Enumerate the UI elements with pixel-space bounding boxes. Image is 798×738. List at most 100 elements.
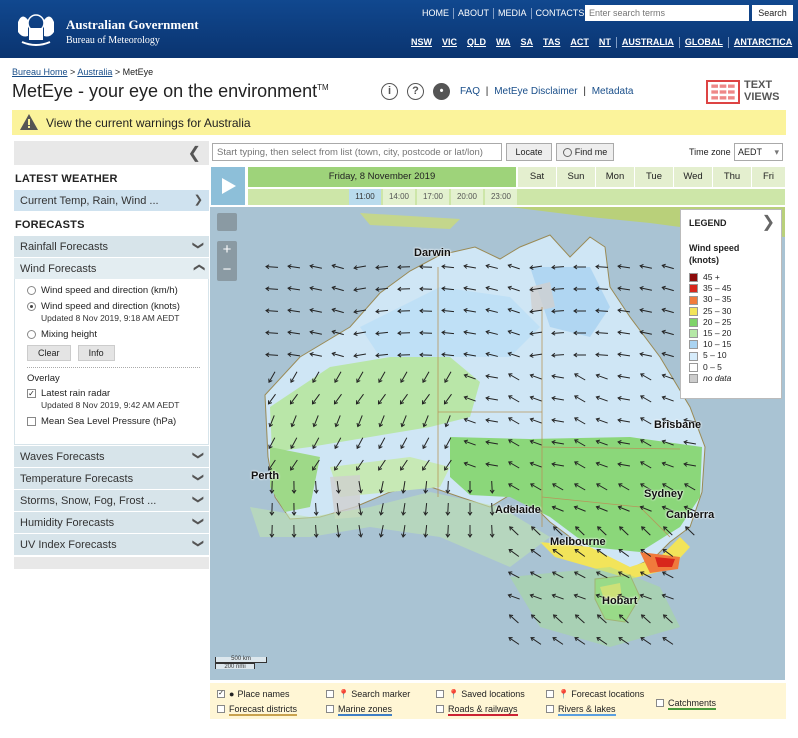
checkbox-mslp[interactable] [27,417,36,426]
zoom-out-icon[interactable]: − [217,261,237,281]
day-tab[interactable]: Thu [713,167,751,187]
chevron-left-icon[interactable]: ❮ [188,143,201,163]
radio-kmh[interactable] [27,286,36,295]
nav-wa[interactable]: WA [491,37,516,48]
checkbox-search-marker[interactable] [326,690,334,698]
crumb-australia[interactable]: Australia [77,67,112,77]
sidebar-item-storms[interactable]: Storms, Snow, Fog, Frost ... ❯ [14,489,209,511]
sidebar-item-current[interactable]: Current Temp, Rain, Wind ... ❯ [14,189,209,211]
sidebar-item-rainfall[interactable]: Rainfall Forecasts ❯ [14,235,209,257]
option-knots[interactable]: Wind speed and direction (knots) Updated… [27,301,200,324]
checkbox-saved-locations[interactable] [436,690,444,698]
search-button[interactable]: Search [752,5,793,21]
warning-banner[interactable]: View the current warnings for Australia [12,110,786,135]
legend-swatch [689,329,698,339]
chevron-right-icon[interactable]: ❯ [762,212,775,232]
day-tab[interactable]: Sun [557,167,595,187]
sidebar-item-label: Waves Forecasts [20,451,105,463]
nav-media[interactable]: MEDIA [493,8,531,19]
disclaimer-link[interactable]: MetEye Disclaimer [494,86,577,97]
sidebar-item-humidity[interactable]: Humidity Forecasts ❯ [14,511,209,533]
nav-vic[interactable]: VIC [437,37,462,48]
legend-subtitle-line2: (knots) [689,255,719,265]
crumb-home[interactable]: Bureau Home [12,67,68,77]
checkbox-forecast-districts[interactable] [217,705,225,713]
play-button[interactable] [211,167,245,205]
text-views-link[interactable]: TEXT VIEWS [744,79,779,103]
layer-search-marker[interactable]: 📍 Search marker [326,689,410,700]
timezone-select[interactable]: AEDT ▾ [734,143,783,161]
warning-text[interactable]: View the current warnings for Australia [46,116,251,130]
day-tab[interactable]: Sat [518,167,556,187]
hour-tab[interactable]: 14:00 [383,189,415,205]
option-kmh[interactable]: Wind speed and direction (km/h) [27,285,200,296]
checkbox-forecast-locations[interactable] [546,690,554,698]
nav-act[interactable]: ACT [565,37,594,48]
info-icon[interactable]: i [381,83,398,100]
nav-sa[interactable]: SA [516,37,539,48]
overlay-radar[interactable]: ✓ Latest rain radar Updated 8 Nov 2019, … [27,388,200,411]
sidebar-item-waves[interactable]: Waves Forecasts ❯ [14,445,209,467]
checkbox-marine-zones[interactable] [326,705,334,713]
sidebar-item-temperature[interactable]: Temperature Forecasts ❯ [14,467,209,489]
scale-nmi: 200 nmi [215,663,255,670]
nav-antarctica[interactable]: ANTARCTICA [727,37,797,48]
nav-qld[interactable]: QLD [462,37,491,48]
help-icon[interactable]: ? [407,83,424,100]
checkbox-place-names[interactable]: ✓ [217,690,225,698]
city-sydney: Sydney [644,488,684,500]
nav-nsw[interactable]: NSW [406,37,437,48]
nav-about[interactable]: ABOUT [453,8,493,19]
layer-forecast-locations[interactable]: 📍 Forecast locations [546,689,644,700]
search-input[interactable] [585,5,749,21]
clear-button[interactable]: Clear [27,345,71,361]
day-tab-current[interactable]: Friday, 8 November 2019 [248,167,516,187]
checkbox-roads[interactable] [436,705,444,713]
layer-forecast-districts[interactable]: Forecast districts [217,704,298,716]
nav-contacts[interactable]: CONTACTS [530,8,589,19]
layer-marine-zones[interactable]: Marine zones [326,704,393,716]
map-view[interactable]: + − Darwin Brisbane Perth Adelaide Sydne… [210,207,785,680]
text-views-icon[interactable] [706,80,740,104]
nav-home[interactable]: HOME [418,8,453,19]
feedback-icon[interactable]: • [433,83,450,100]
zoom-in-icon[interactable]: + [217,241,237,261]
find-me-button[interactable]: Find me [556,143,614,161]
hour-tab[interactable]: 11:00 [349,189,381,205]
location-search-input[interactable] [212,143,502,161]
radio-knots[interactable] [27,302,36,311]
layer-place-names[interactable]: ✓ ● Place names [217,689,289,699]
hour-tab[interactable]: 20:00 [451,189,483,205]
faq-link[interactable]: FAQ [460,86,480,97]
city-brisbane: Brisbane [654,419,702,431]
layer-roads[interactable]: Roads & railways [436,704,518,716]
title-main: MetEye [12,81,74,101]
layers-icon[interactable] [217,213,237,231]
nav-global[interactable]: GLOBAL [678,37,728,48]
nav-nt[interactable]: NT [594,37,616,48]
coat-of-arms-logo[interactable] [12,8,60,48]
legend-label: 35 – 45 [703,283,732,294]
sidebar-item-uv[interactable]: UV Index Forecasts ❯ [14,533,209,555]
sidebar-item-wind[interactable]: Wind Forecasts ❯ [14,257,209,279]
locate-button[interactable]: Locate [506,143,552,161]
nav-tas[interactable]: TAS [538,37,565,48]
layer-rivers[interactable]: Rivers & lakes [546,704,616,716]
option-mixing[interactable]: Mixing height [27,329,200,340]
overlay-mslp[interactable]: Mean Sea Level Pressure (hPa) [27,416,200,427]
day-tab[interactable]: Fri [752,167,785,187]
layer-catchments[interactable]: Catchments [656,698,717,710]
day-tab[interactable]: Wed [674,167,712,187]
layer-saved-locations[interactable]: 📍 Saved locations [436,689,525,700]
radio-mixing[interactable] [27,330,36,339]
checkbox-catchments[interactable] [656,699,664,707]
hour-tab[interactable]: 17:00 [417,189,449,205]
info-button[interactable]: Info [77,345,115,361]
checkbox-radar[interactable]: ✓ [27,389,36,398]
hour-tab[interactable]: 23:00 [485,189,517,205]
checkbox-rivers[interactable] [546,705,554,713]
nav-australia[interactable]: AUSTRALIA [615,37,679,48]
day-tab[interactable]: Tue [635,167,673,187]
metadata-link[interactable]: Metadata [592,86,634,97]
day-tab[interactable]: Mon [596,167,634,187]
